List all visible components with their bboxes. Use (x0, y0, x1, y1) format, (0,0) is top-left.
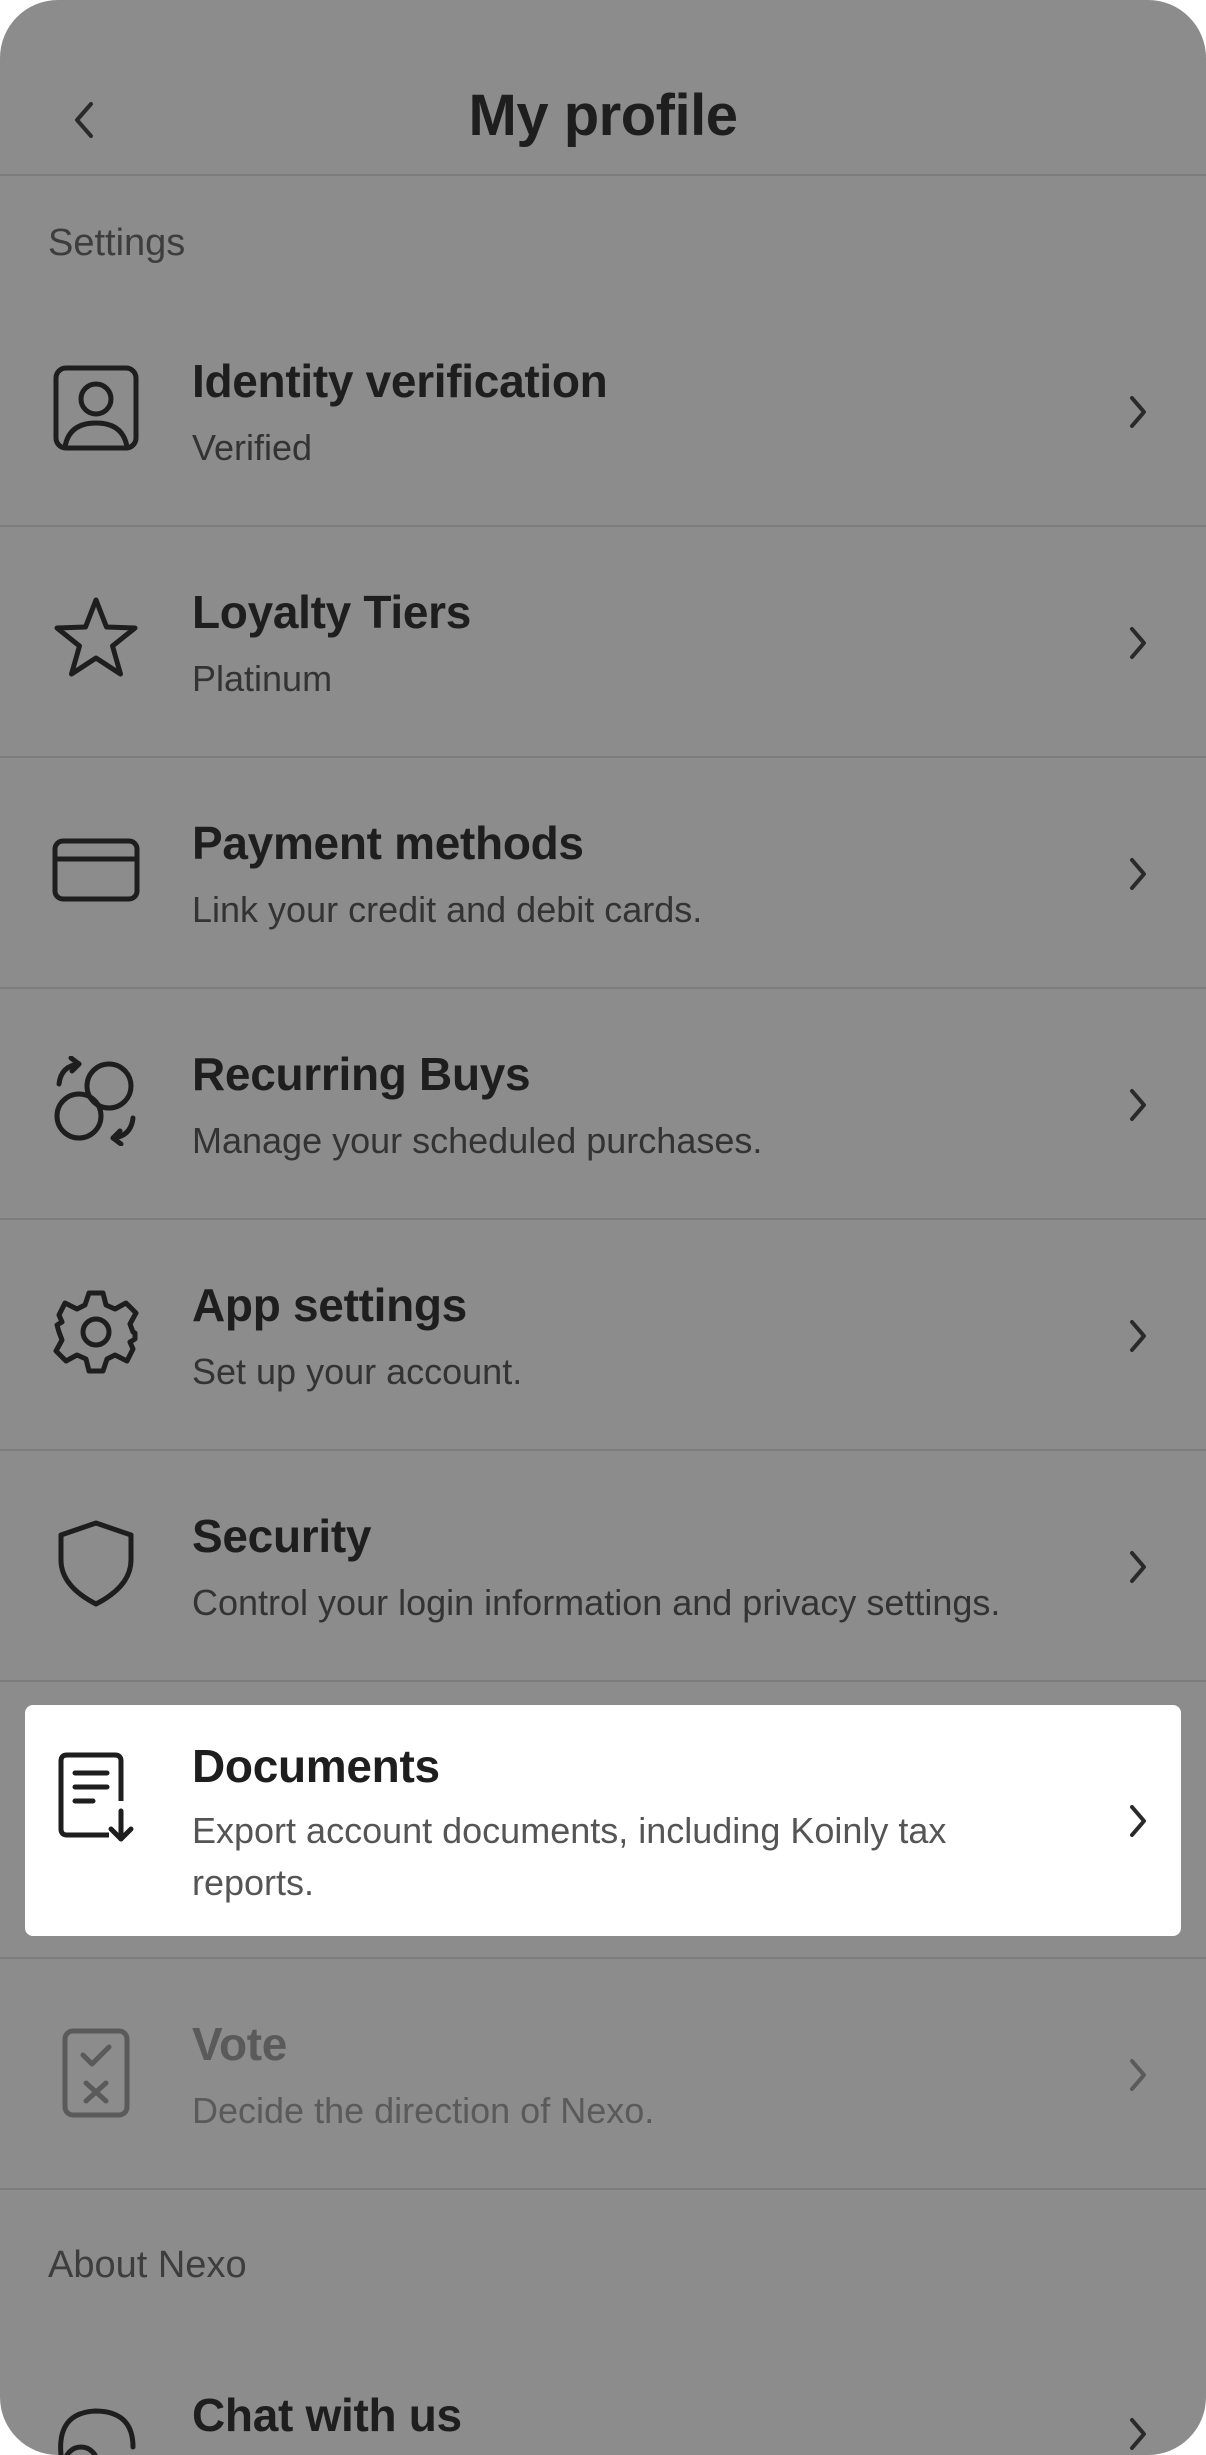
chevron-right-icon (1118, 1316, 1158, 1356)
menu-item-subtitle: Platinum (192, 658, 333, 699)
chevron-right-icon (1118, 2055, 1158, 2095)
chevron-right-icon (1118, 854, 1158, 894)
chat-icon (48, 2390, 144, 2455)
header: My profile (0, 0, 1206, 176)
menu-item-subtitle: Control your login information and priva… (192, 1582, 1001, 1623)
menu-item-subtitle: Verified (192, 427, 313, 468)
menu-item-subtitle: Set up your account. (192, 1351, 523, 1392)
page-title: My profile (468, 83, 738, 148)
menu-item-title: Vote (192, 2018, 288, 2070)
menu-item-subtitle: Manage your scheduled purchases. (192, 1120, 763, 1161)
chevron-right-icon (1118, 623, 1158, 663)
menu-item-title: Documents (192, 1740, 440, 1792)
menu-item-subtitle: Decide the direction of Nexo. (192, 2090, 655, 2131)
chevron-right-icon (1118, 392, 1158, 432)
menu-item-vote[interactable]: Vote Decide the direction of Nexo. (0, 1959, 1206, 2190)
vote-icon (48, 2025, 144, 2121)
section-label-settings: Settings (48, 222, 186, 264)
document-download-icon (48, 1749, 144, 1845)
menu-item-payment-methods[interactable]: Payment methods Link your credit and deb… (0, 758, 1206, 989)
menu-item-security[interactable]: Security Control your login information … (0, 1451, 1206, 1682)
recurring-icon (48, 1053, 144, 1149)
card-icon (48, 822, 144, 918)
chevron-right-icon (1118, 1801, 1158, 1841)
profile-screen: My profile Settings Identity verificatio… (0, 0, 1206, 2455)
gear-icon (48, 1284, 144, 1380)
shield-icon (48, 1515, 144, 1611)
menu-item-title: Recurring Buys (192, 1048, 531, 1100)
menu-item-documents[interactable]: Documents Export account documents, incl… (25, 1705, 1181, 1936)
menu-item-title: App settings (192, 1279, 467, 1331)
menu-item-title: Security (192, 1510, 372, 1562)
menu-item-loyalty-tiers[interactable]: Loyalty Tiers Platinum (0, 527, 1206, 758)
chevron-right-icon (1118, 1085, 1158, 1125)
menu-item-recurring-buys[interactable]: Recurring Buys Manage your scheduled pur… (0, 989, 1206, 1220)
chevron-right-icon (1118, 2414, 1158, 2454)
menu-item-title: Loyalty Tiers (192, 586, 472, 638)
identity-icon (48, 360, 144, 456)
menu-item-app-settings[interactable]: App settings Set up your account. (0, 1220, 1206, 1451)
menu-item-subtitle: Export account documents, including Koin… (192, 1810, 947, 1903)
chevron-right-icon (1118, 1547, 1158, 1587)
menu-item-identity-verification[interactable]: Identity verification Verified (0, 296, 1206, 527)
menu-item-title: Identity verification (192, 355, 608, 407)
menu-item-chat-with-us[interactable]: Chat with us (0, 2330, 1206, 2455)
menu-item-title: Chat with us (192, 2389, 462, 2441)
star-icon (48, 591, 144, 687)
section-label-about: About Nexo (48, 2244, 247, 2286)
menu-item-title: Payment methods (192, 817, 584, 869)
menu-item-subtitle: Link your credit and debit cards. (192, 889, 703, 930)
